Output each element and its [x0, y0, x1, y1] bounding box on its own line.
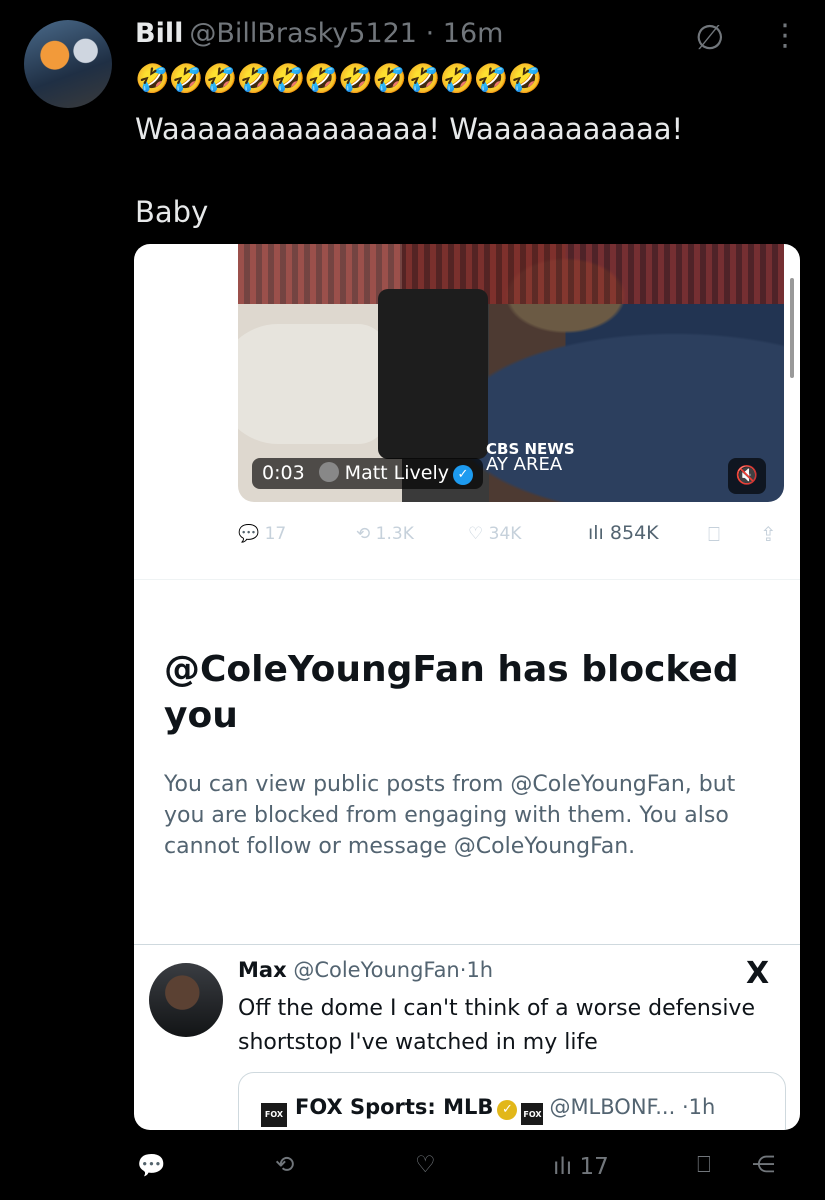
author-handle[interactable]: @BillBrasky5121 — [189, 18, 417, 49]
grok-icon[interactable]: ∅ — [695, 18, 725, 58]
embed-stats-bar: 💬 17 ⟲ 1.3K ♡ 34K ılı 854K ⎕ ⇪ — [238, 520, 784, 550]
nested-time[interactable]: 1h — [689, 1095, 716, 1119]
views-icon: ılı — [553, 1154, 573, 1180]
quoted-author-name[interactable]: Max — [238, 958, 287, 982]
author-avatar[interactable] — [24, 20, 112, 108]
video-time: 0:03 — [262, 462, 305, 484]
video-camera-body — [378, 289, 488, 459]
divider — [134, 944, 800, 945]
video-stands — [238, 244, 784, 304]
post-time[interactable]: 16m — [443, 18, 504, 49]
video-credit[interactable]: Matt Lively — [345, 462, 449, 484]
embed-reply-count[interactable]: 💬 17 — [238, 524, 286, 544]
post-header: Bill @BillBrasky5121 · 16m — [135, 18, 503, 49]
credit-avatar — [318, 462, 339, 482]
embed-share-icon[interactable]: ⇪ — [760, 522, 777, 546]
post-emojis: 🤣🤣🤣🤣🤣🤣🤣🤣🤣🤣🤣🤣 — [135, 62, 542, 95]
embedded-image-card[interactable]: CBS NEWS AY AREA 0:03 Matt Lively ✓ 🔇 💬 17… — [134, 244, 800, 1130]
nested-quote-card[interactable]: FOX FOX Sports: MLB ✓ FOX @MLBONF... ·1h — [238, 1072, 786, 1130]
video-player[interactable]: CBS NEWS AY AREA 0:03 Matt Lively ✓ 🔇 — [238, 244, 784, 502]
fox-sports-logo-icon: FOX — [261, 1103, 287, 1127]
header-separator: · — [425, 18, 435, 49]
nested-author-handle[interactable]: @MLBONF... — [549, 1095, 675, 1119]
quoted-post-header: Max @ColeYoungFan·1h — [238, 958, 493, 982]
quoted-author-handle[interactable]: @ColeYoungFan — [293, 958, 459, 982]
embed-bookmark-icon[interactable]: ⎕ — [708, 522, 720, 546]
quoted-time[interactable]: 1h — [466, 958, 493, 982]
share-icon[interactable]: ⋲ — [752, 1152, 775, 1178]
verified-icon: ✓ — [452, 465, 473, 485]
scroll-indicator[interactable] — [790, 278, 794, 378]
nested-author-name[interactable]: FOX Sports: MLB — [295, 1095, 493, 1119]
blocked-title: @ColeYoungFan has blocked you — [164, 649, 739, 736]
author-name[interactable]: Bill — [135, 18, 183, 49]
video-watermark: CBS NEWS AY AREA — [486, 442, 575, 475]
post-text-line2: Baby — [135, 195, 209, 229]
like-icon[interactable]: ♡ — [415, 1152, 436, 1178]
watermark-line2: AY AREA — [486, 454, 563, 475]
fox-badge-icon: FOX — [521, 1103, 544, 1125]
blocked-description: You can view public posts from @ColeYoun… — [164, 772, 736, 859]
nested-quote-header: FOX FOX Sports: MLB ✓ FOX @MLBONF... ·1h — [261, 1095, 715, 1127]
video-info-pill: 0:03 Matt Lively ✓ — [252, 458, 483, 489]
bookmark-icon[interactable]: ⎕ — [697, 1152, 711, 1178]
mute-icon[interactable]: 🔇 — [728, 458, 766, 494]
video-camera-lens — [238, 324, 388, 444]
embed-view-count[interactable]: ılı 854K — [588, 522, 659, 544]
embed-like-count[interactable]: ♡ 34K — [468, 524, 521, 544]
x-logo-icon: X — [746, 956, 770, 991]
divider — [134, 579, 800, 580]
gold-verified-icon: ✓ — [497, 1100, 518, 1120]
post-text-line1: Waaaaaaaaaaaaaaa! Waaaaaaaaaaa! — [135, 112, 684, 146]
reply-icon[interactable]: 💬 — [137, 1152, 166, 1179]
views-button[interactable]: ılı 17 — [553, 1154, 609, 1180]
repost-icon[interactable]: ⟲ — [275, 1152, 294, 1178]
quoted-author-avatar[interactable] — [149, 963, 223, 1037]
views-count: 17 — [579, 1154, 609, 1180]
nested-separator: · — [681, 1095, 689, 1119]
quoted-post-text: Off the dome I can't think of a worse de… — [238, 996, 755, 1055]
post-action-bar: 💬 ⟲ ♡ ılı 17 ⎕ ⋲ — [0, 1150, 825, 1190]
embed-repost-count[interactable]: ⟲ 1.3K — [356, 524, 414, 544]
more-options-icon[interactable]: ⋮ — [770, 18, 800, 53]
